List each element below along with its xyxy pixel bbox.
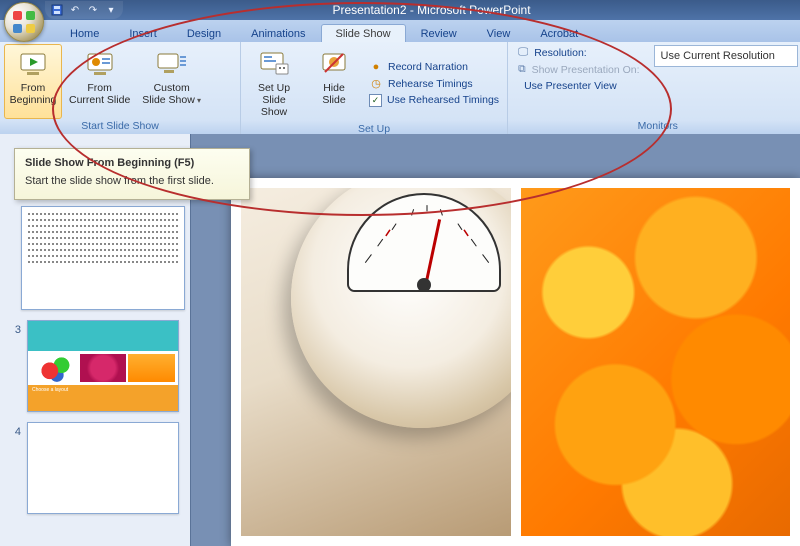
record-narration-button[interactable]: ● Record Narration	[369, 60, 499, 74]
button-label: Custom Slide Show	[142, 82, 201, 106]
tab-slide-show[interactable]: Slide Show	[321, 24, 406, 42]
office-logo-icon	[13, 11, 35, 33]
tab-insert[interactable]: Insert	[114, 24, 172, 42]
rehearse-timings-button[interactable]: ◷ Rehearse Timings	[369, 77, 499, 91]
dial-ticks-icon	[355, 201, 499, 273]
show-on-label: Show Presentation On:	[532, 64, 640, 76]
tab-label: Review	[421, 28, 457, 40]
resolution-label: Resolution:	[534, 47, 587, 59]
checkbox-icon: ✓	[369, 94, 382, 107]
slide-number: 3	[11, 320, 21, 336]
button-label: From Current Slide	[69, 82, 130, 106]
microphone-icon: ●	[369, 60, 383, 74]
tab-view[interactable]: View	[472, 24, 526, 42]
resolution-dropdown[interactable]: Use Current Resolution	[654, 45, 798, 67]
save-icon[interactable]	[51, 4, 63, 16]
thumb-slot	[5, 206, 185, 310]
office-button[interactable]	[4, 2, 44, 42]
setup-icon	[258, 48, 290, 80]
window-title: Presentation2 - Microsoft PowerPoint	[123, 3, 800, 17]
custom-slide-show-button[interactable]: Custom Slide Show	[137, 44, 206, 119]
slide-thumbnail[interactable]: Choose a layout	[27, 320, 179, 412]
tooltip-body: Start the slide show from the first slid…	[25, 175, 239, 187]
tab-animations[interactable]: Animations	[236, 24, 320, 42]
tab-label: View	[487, 28, 511, 40]
group-label: Start Slide Show	[4, 119, 236, 134]
show-presentation-on-row: ⧉ Show Presentation On:	[518, 63, 639, 76]
undo-icon[interactable]: ↶	[69, 4, 81, 16]
slide-number	[5, 206, 15, 210]
tab-review[interactable]: Review	[406, 24, 472, 42]
button-label: Set Up Slide Show	[250, 82, 298, 118]
thumb-caption: Choose a layout	[32, 387, 68, 393]
set-up-slide-show-button[interactable]: Set Up Slide Show	[245, 44, 303, 122]
hide-slide-button[interactable]: Hide Slide	[305, 44, 363, 122]
tooltip-title: Slide Show From Beginning (F5)	[25, 157, 239, 169]
title-bar: ↶ ↷ ▾ Presentation2 - Microsoft PowerPoi…	[0, 0, 800, 20]
quick-access-toolbar: ↶ ↷ ▾	[45, 1, 123, 19]
slide-thumbnail[interactable]	[27, 422, 179, 514]
group-start-slide-show: From Beginning From Current Slide Custom…	[0, 42, 241, 134]
setup-options: ● Record Narration ◷ Rehearse Timings ✓ …	[365, 44, 503, 122]
option-label: Use Rehearsed Timings	[387, 94, 499, 106]
ribbon: From Beginning From Current Slide Custom…	[0, 42, 800, 135]
projector-list-icon	[156, 48, 188, 80]
group-label: Monitors	[512, 119, 800, 134]
resolution-row: 🖵 Resolution:	[518, 46, 639, 59]
projector-current-icon	[84, 48, 116, 80]
use-presenter-view-checkbox[interactable]: Use Presenter View	[518, 80, 639, 92]
tab-design[interactable]: Design	[172, 24, 236, 42]
group-set-up: Set Up Slide Show Hide Slide ● Record Na…	[241, 42, 508, 134]
projector-play-icon	[17, 48, 49, 80]
image-placeholder-flowers[interactable]	[521, 188, 791, 536]
slide-thumbnail[interactable]	[21, 206, 185, 310]
option-label: Rehearse Timings	[388, 78, 473, 90]
dual-monitor-icon: ⧉	[518, 63, 526, 76]
tab-acrobat[interactable]: Acrobat	[525, 24, 593, 42]
presenter-label: Use Presenter View	[524, 80, 617, 92]
tab-label: Design	[187, 28, 221, 40]
hide-slide-icon	[318, 48, 350, 80]
button-label: From Beginning	[10, 82, 57, 106]
from-beginning-button[interactable]: From Beginning	[4, 44, 62, 119]
ribbon-tabs: Home Insert Design Animations Slide Show…	[0, 20, 800, 42]
image-placeholder-scale[interactable]	[241, 188, 511, 536]
from-current-slide-button[interactable]: From Current Slide	[64, 44, 135, 119]
tab-label: Slide Show	[336, 28, 391, 40]
group-monitors: 🖵 Resolution: ⧉ Show Presentation On: Us…	[508, 42, 800, 134]
slide-editor-canvas[interactable]	[191, 134, 800, 546]
thumb-slot-3: 3 Choose a layout	[11, 320, 179, 412]
use-rehearsed-timings-checkbox[interactable]: ✓ Use Rehearsed Timings	[369, 94, 499, 107]
option-label: Record Narration	[388, 61, 468, 73]
button-label: Hide Slide	[322, 82, 345, 106]
redo-icon[interactable]: ↷	[87, 4, 99, 16]
tooltip: Slide Show From Beginning (F5) Start the…	[14, 148, 250, 200]
tab-label: Home	[70, 28, 99, 40]
current-slide	[231, 178, 800, 546]
tab-home[interactable]: Home	[55, 24, 114, 42]
slide-number: 4	[11, 422, 21, 438]
qat-more-icon[interactable]: ▾	[105, 4, 117, 16]
monitor-icon: 🖵	[518, 46, 528, 59]
resolution-value: Use Current Resolution	[661, 50, 775, 62]
thumb-slot-4: 4	[11, 422, 179, 514]
clock-icon: ◷	[369, 77, 383, 91]
tab-label: Acrobat	[540, 28, 578, 40]
tab-label: Animations	[251, 28, 305, 40]
tab-label: Insert	[129, 28, 157, 40]
